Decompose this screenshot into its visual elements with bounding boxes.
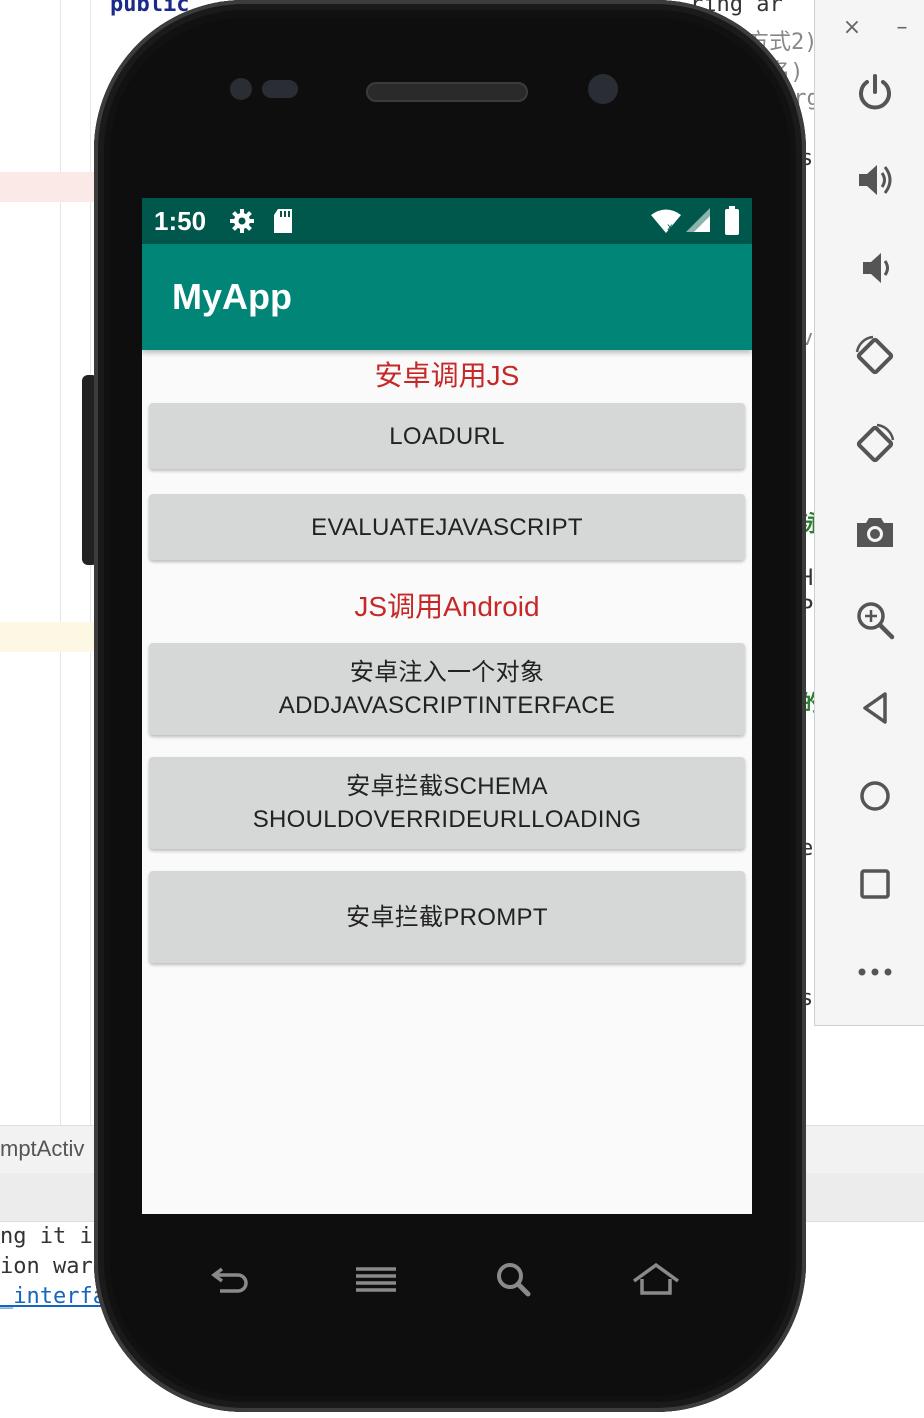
button-label: LOADURL	[389, 422, 505, 450]
evaluate-javascript-button[interactable]: EVALUATEJAVASCRIPT	[149, 494, 745, 560]
app-bar: MyApp	[142, 244, 752, 350]
front-camera-icon	[588, 74, 618, 104]
zoom-icon[interactable]	[845, 590, 905, 650]
gutter-line	[60, 0, 61, 1125]
button-label-line1: 安卓拦截SCHEMA	[346, 773, 548, 800]
signal-icon	[686, 208, 710, 238]
intercept-prompt-button[interactable]: 安卓拦截PROMPT	[149, 871, 745, 963]
overview-icon[interactable]	[845, 854, 905, 914]
button-label-line2: ADDJAVASCRIPTINTERFACE	[278, 692, 616, 719]
settings-gear-icon	[228, 207, 256, 239]
console-line: ion war	[0, 1254, 93, 1279]
status-time: 1:50	[154, 206, 207, 236]
wifi-icon: x	[650, 208, 682, 238]
editor-tab[interactable]: mptActiv	[0, 1136, 84, 1162]
power-icon[interactable]	[845, 62, 905, 122]
minimize-icon[interactable]: –	[887, 12, 917, 42]
hw-menu-icon[interactable]	[348, 1256, 404, 1302]
section-js-calls-android: JS调用Android	[354, 591, 540, 622]
camera-icon[interactable]	[845, 502, 905, 562]
console-line: ng it i	[0, 1224, 93, 1249]
sd-card-icon	[272, 207, 294, 239]
volume-up-icon[interactable]	[845, 150, 905, 210]
loadurl-button[interactable]: LOADURL	[149, 403, 745, 469]
status-bar: 1:50 x	[142, 198, 752, 244]
hw-back-icon[interactable]	[202, 1256, 258, 1302]
home-icon[interactable]	[845, 766, 905, 826]
button-label-line2: SHOULDOVERRIDEURLLOADING	[252, 806, 642, 833]
button-label: EVALUATEJAVASCRIPT	[311, 513, 583, 541]
emulator-toolbar: × –	[814, 0, 924, 1026]
back-icon[interactable]	[845, 678, 905, 738]
close-icon[interactable]: ×	[837, 12, 867, 42]
hw-home-icon[interactable]	[628, 1256, 684, 1302]
sensor-icon	[230, 78, 252, 100]
sensor-icon	[262, 80, 298, 98]
battery-icon	[724, 206, 740, 240]
more-icon[interactable]	[845, 942, 905, 1002]
volume-down-icon[interactable]	[845, 238, 905, 298]
hw-search-icon[interactable]	[486, 1256, 542, 1302]
phone-screen: 1:50 x MyApp 安卓调用JS LOADURL EVALUATEJAVA…	[142, 198, 752, 1214]
earpiece-speaker	[366, 82, 528, 102]
add-javascript-interface-button[interactable]: 安卓注入一个对象 ADDJAVASCRIPTINTERFACE	[149, 643, 745, 735]
svg-text:x: x	[667, 222, 673, 233]
intercept-schema-button[interactable]: 安卓拦截SCHEMA SHOULDOVERRIDEURLLOADING	[149, 757, 745, 849]
button-label-line1: 安卓注入一个对象	[349, 659, 545, 686]
section-android-calls-js: 安卓调用JS	[374, 360, 520, 391]
rotate-left-icon[interactable]	[845, 326, 905, 386]
rotate-right-icon[interactable]	[845, 414, 905, 474]
button-label: 安卓拦截PROMPT	[346, 903, 548, 931]
app-title: MyApp	[172, 276, 292, 317]
